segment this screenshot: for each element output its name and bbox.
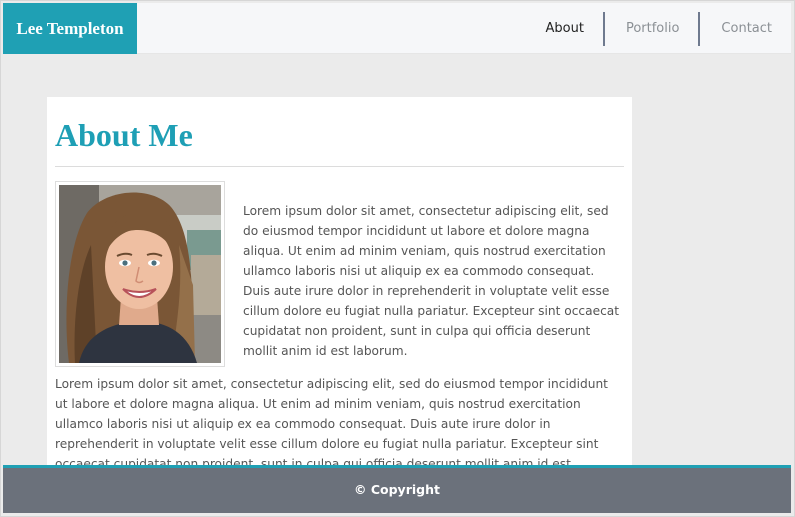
top-navbar: Lee Templeton About Portfolio Contact — [3, 3, 791, 54]
profile-photo — [55, 181, 225, 367]
about-paragraph-2: Lorem ipsum dolor sit amet, consectetur … — [55, 377, 608, 469]
title-divider — [55, 166, 624, 167]
profile-photo-image — [59, 185, 221, 363]
nav-item-about[interactable]: About — [525, 12, 603, 46]
nav-item-contact[interactable]: Contact — [698, 11, 791, 46]
about-card: About Me Lorem ipsum dolor sit amet, con… — [47, 97, 632, 469]
nav-menu: About Portfolio Contact — [525, 3, 792, 54]
copyright-text: © Copyright — [354, 482, 440, 497]
page-title: About Me — [55, 117, 193, 153]
footer: © Copyright — [3, 465, 791, 513]
brand-logo[interactable]: Lee Templeton — [3, 3, 137, 54]
nav-item-portfolio[interactable]: Portfolio — [602, 11, 698, 46]
